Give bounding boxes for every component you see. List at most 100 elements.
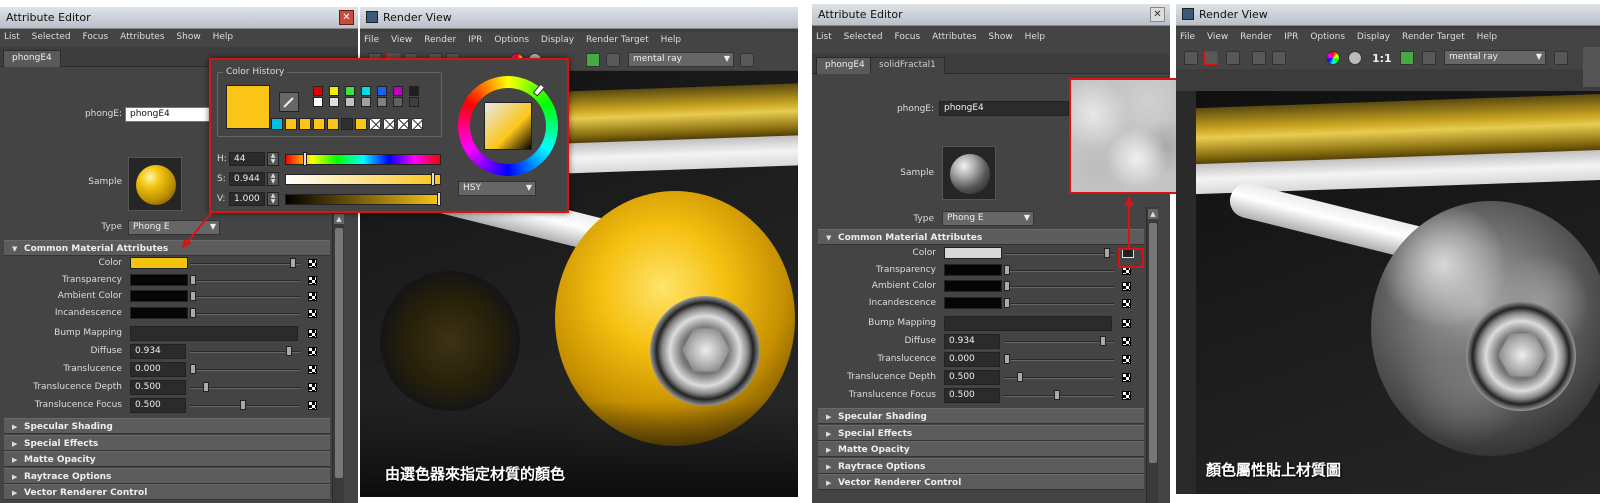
menu-focus[interactable]: Focus	[895, 32, 921, 42]
color-history-swatch[interactable]	[313, 97, 323, 107]
color-history-swatch[interactable]	[393, 86, 403, 96]
section-raytrace-options[interactable]: ▶ Raytrace Options	[4, 468, 330, 484]
saturation-slider-thumb[interactable]	[431, 172, 435, 186]
menu-render[interactable]: Render	[1240, 32, 1272, 42]
color-history-swatch[interactable]	[377, 86, 387, 96]
section-special-effects[interactable]: ▶ Special Effects	[818, 425, 1144, 441]
map-button-checker-icon[interactable]	[1122, 373, 1131, 382]
menu-render-target[interactable]: Render Target	[586, 35, 649, 45]
scroll-thumb[interactable]	[335, 228, 343, 478]
attr-slider-thumb[interactable]	[1004, 298, 1010, 308]
section-raytrace-options[interactable]: ▶ Raytrace Options	[818, 458, 1144, 474]
name-input[interactable]: phongE4	[125, 107, 210, 122]
menu-view[interactable]: View	[1207, 32, 1228, 42]
right-close-button[interactable]: ✕	[1150, 7, 1165, 22]
hue-slider-thumb[interactable]	[303, 152, 307, 166]
sv-square[interactable]	[484, 102, 532, 150]
name-input[interactable]: phongE4	[939, 101, 1069, 116]
saturation-input[interactable]: 0.944	[229, 172, 265, 186]
left-close-button[interactable]: ✕	[339, 10, 354, 25]
menu-focus[interactable]: Focus	[83, 32, 109, 42]
attr-slider-thumb[interactable]	[1100, 336, 1106, 346]
map-button-checker-icon[interactable]	[308, 259, 317, 268]
hue-marker[interactable]	[532, 83, 546, 97]
attr-value-input[interactable]: 0.500	[130, 380, 186, 395]
attr-slider[interactable]	[190, 369, 300, 371]
map-button-checker-icon[interactable]	[308, 292, 317, 301]
attr-color-swatch[interactable]	[944, 297, 1002, 309]
menu-display[interactable]: Display	[541, 35, 574, 45]
menu-list[interactable]: List	[4, 32, 20, 42]
menu-file[interactable]: File	[364, 35, 379, 45]
color-history-swatch[interactable]	[313, 86, 323, 96]
menu-help[interactable]: Help	[213, 32, 234, 42]
type-dropdown[interactable]: Phong E ▼	[942, 211, 1034, 226]
attr-color-swatch[interactable]	[130, 307, 188, 319]
map-button-checker-icon[interactable]	[308, 276, 317, 285]
color-swatch[interactable]	[130, 257, 188, 269]
menu-file[interactable]: File	[1180, 32, 1195, 42]
color-swatch[interactable]	[944, 247, 1002, 259]
attr-slider-thumb[interactable]	[1004, 281, 1010, 291]
map-button-checker-icon[interactable]	[308, 365, 317, 374]
alpha-channel-icon[interactable]	[1348, 51, 1362, 65]
attr-slider-thumb[interactable]	[1054, 390, 1060, 400]
bump-mapping-field[interactable]	[944, 316, 1112, 331]
section-matte-opacity[interactable]: ▶ Matte Opacity	[4, 451, 330, 467]
attr-slider[interactable]	[1004, 341, 1114, 343]
map-button-checker-icon[interactable]	[1122, 355, 1131, 364]
saturation-stepper[interactable]: ▲ ▼	[267, 172, 279, 186]
menu-attributes[interactable]: Attributes	[932, 32, 976, 42]
menu-ipr[interactable]: IPR	[468, 35, 482, 45]
scroll-thumb[interactable]	[1149, 223, 1157, 463]
saturation-slider[interactable]	[285, 174, 441, 185]
attr-slider[interactable]	[190, 280, 300, 282]
value-slider[interactable]	[285, 194, 441, 205]
attr-value-input[interactable]: 0.934	[944, 334, 1000, 349]
section-matte-opacity[interactable]: ▶ Matte Opacity	[818, 441, 1144, 457]
scroll-up-arrow[interactable]: ▲	[334, 214, 344, 224]
attr-slider-thumb[interactable]	[190, 291, 196, 301]
attr-slider-thumb[interactable]	[190, 364, 196, 374]
menu-help[interactable]: Help	[1477, 32, 1498, 42]
tab-solidfractal1[interactable]: solidFractal1	[870, 57, 945, 74]
attr-slider[interactable]	[190, 263, 300, 265]
section-common-material[interactable]: ▼ Common Material Attributes	[818, 229, 1144, 245]
empty-history-slot-icon[interactable]	[397, 118, 409, 130]
section-special-effects[interactable]: ▶ Special Effects	[4, 435, 330, 451]
color-history-swatch[interactable]	[361, 97, 371, 107]
left-scrollbar[interactable]: ▲	[332, 212, 344, 503]
color-history-swatch[interactable]	[409, 97, 419, 107]
color-history-swatch[interactable]	[341, 118, 353, 130]
menu-view[interactable]: View	[391, 35, 412, 45]
color-history-swatch[interactable]	[299, 118, 311, 130]
map-button-checker-icon[interactable]	[1122, 282, 1131, 291]
save-image-icon[interactable]	[1422, 51, 1436, 65]
green-toggle-icon[interactable]	[1400, 51, 1414, 65]
empty-history-slot-icon[interactable]	[369, 118, 381, 130]
attr-value-input[interactable]: 0.000	[944, 352, 1000, 367]
menu-selected[interactable]: Selected	[32, 32, 71, 42]
hue-stepper[interactable]: ▲ ▼	[267, 152, 279, 166]
attr-slider[interactable]	[1004, 270, 1114, 272]
section-common-material[interactable]: ▼ Common Material Attributes	[4, 240, 330, 256]
color-history-swatch[interactable]	[361, 86, 371, 96]
attr-slider-thumb[interactable]	[240, 400, 246, 410]
menu-options[interactable]: Options	[1310, 32, 1345, 42]
attr-value-input[interactable]: 0.000	[130, 362, 186, 377]
render-settings-icon[interactable]	[740, 53, 754, 67]
color-history-swatch[interactable]	[327, 118, 339, 130]
right-scrollbar[interactable]: ▲	[1146, 207, 1158, 503]
ipr-icon[interactable]	[1252, 51, 1266, 65]
render-settings-icon[interactable]	[1554, 51, 1568, 65]
renderer-dropdown[interactable]: mental ray ▼	[1444, 50, 1546, 65]
color-history-swatch[interactable]	[345, 86, 355, 96]
map-button-checker-icon[interactable]	[308, 401, 317, 410]
attr-slider[interactable]	[190, 296, 300, 298]
attr-value-input[interactable]: 0.500	[944, 370, 1000, 385]
map-button-checker-icon[interactable]	[308, 309, 317, 318]
attr-slider-thumb[interactable]	[203, 382, 209, 392]
current-color-swatch[interactable]	[226, 85, 270, 129]
rgb-channel-icon[interactable]	[1326, 51, 1340, 65]
attr-slider-thumb[interactable]	[1004, 354, 1010, 364]
